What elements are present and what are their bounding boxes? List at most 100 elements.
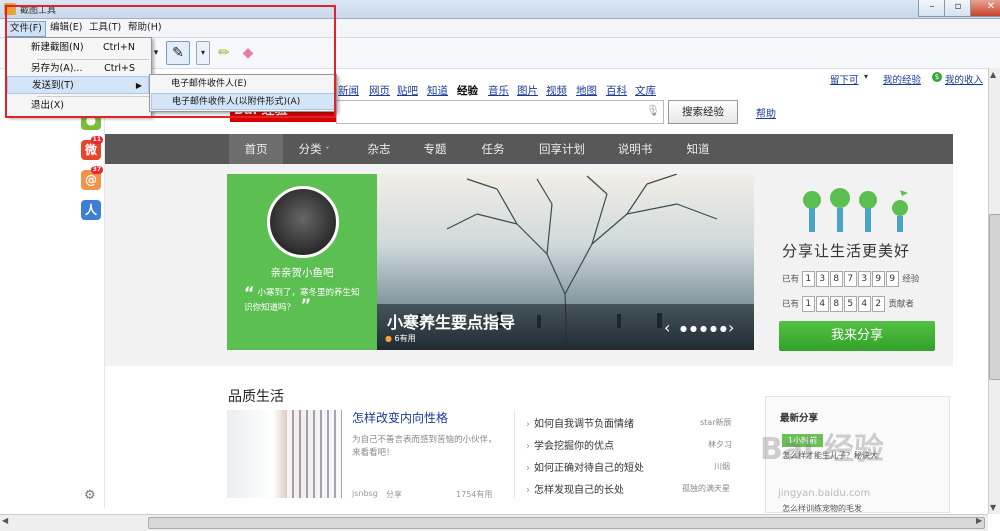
counter-digit: 3 bbox=[857, 271, 871, 287]
counter-digit: 1 bbox=[801, 271, 815, 287]
user-link[interactable]: 留下可 bbox=[830, 72, 859, 86]
watermark-url: jingyan.baidu.com bbox=[778, 488, 871, 499]
search-button[interactable]: 搜索经验 bbox=[668, 100, 738, 124]
category-nav: 首页 分类 ˅ 杂志 专题 任务 回享计划 说明书 知道 bbox=[105, 134, 953, 164]
scroll-up-icon[interactable]: ▲ bbox=[990, 70, 996, 79]
counter-digit: 7 bbox=[843, 271, 857, 287]
experience-digits: 1387399 bbox=[801, 271, 900, 287]
tab-topics[interactable]: 专题 bbox=[413, 134, 457, 164]
list-item-title: 如何正确对待自己的短处 bbox=[534, 463, 644, 474]
carousel-prev-icon[interactable]: ‹ bbox=[664, 318, 670, 337]
article-headline[interactable]: 怎样改变内向性格 bbox=[352, 409, 448, 426]
hero-author-name[interactable]: 亲亲贺小鱼吧 bbox=[227, 265, 377, 280]
scroll-right-icon[interactable]: ▶ bbox=[976, 516, 982, 525]
nav-images[interactable]: 图片 bbox=[517, 83, 538, 98]
my-experience-link[interactable]: 我的经验 bbox=[883, 72, 921, 86]
article-uses: 1754有用 bbox=[456, 490, 493, 499]
people-tree-icon bbox=[803, 188, 908, 232]
nav-web[interactable]: 网页 bbox=[369, 83, 390, 98]
latest-share-title: 最新分享 bbox=[780, 413, 819, 424]
scroll-left-icon[interactable]: ◀ bbox=[2, 516, 8, 525]
search-input[interactable] bbox=[336, 100, 664, 124]
user-dropdown-icon[interactable]: ▾ bbox=[864, 72, 868, 81]
list-item-author[interactable]: star新辰 bbox=[700, 417, 732, 428]
hero-likes: ● 6有用 bbox=[385, 333, 416, 344]
gear-icon[interactable]: ⚙ bbox=[84, 488, 96, 503]
list-item-author[interactable]: 孤独的满天星 bbox=[682, 483, 730, 494]
nav-zhidao[interactable]: 知道 bbox=[427, 83, 448, 98]
maximize-button[interactable]: ▫ bbox=[944, 0, 972, 17]
weibo-icon[interactable]: 微 11 bbox=[81, 136, 103, 160]
nav-news[interactable]: 新闻 bbox=[338, 83, 359, 98]
list-item[interactable]: › 学会挖掘你的优点 bbox=[526, 437, 614, 452]
tab-category[interactable]: 分类 ˅ bbox=[291, 134, 337, 164]
article-share-label: 分享 bbox=[386, 490, 402, 499]
carousel-next-icon[interactable]: › bbox=[728, 318, 734, 337]
red-annotation-box bbox=[5, 5, 336, 118]
hero-title[interactable]: 小寒养生要点指导 bbox=[387, 309, 515, 333]
article-author[interactable]: jsnbsg bbox=[352, 489, 378, 498]
experience-counter: 已有 1387399 经验 bbox=[782, 271, 919, 287]
nav-wenku[interactable]: 文库 bbox=[635, 83, 656, 98]
counter-digit: 5 bbox=[843, 296, 857, 312]
article-description: 为自己不善言表而感到苦恼的小伙伴，来看看吧！ bbox=[352, 435, 497, 458]
article-thumbnail[interactable] bbox=[227, 410, 342, 498]
minimize-button[interactable]: – bbox=[918, 0, 946, 17]
nav-jingyan[interactable]: 经验 bbox=[457, 83, 478, 98]
avatar[interactable] bbox=[267, 186, 339, 258]
nav-video[interactable]: 视频 bbox=[546, 83, 567, 98]
counter-prefix: 已有 bbox=[782, 299, 800, 310]
contributor-counter: 已有 148542 贡献者 bbox=[782, 296, 914, 312]
nav-map[interactable]: 地图 bbox=[576, 83, 597, 98]
nav-music[interactable]: 音乐 bbox=[488, 83, 509, 98]
carousel-dots[interactable]: ●●●●● bbox=[680, 324, 730, 333]
list-item[interactable]: › 怎样发现自己的长处 bbox=[526, 481, 624, 496]
baidu-watermark: Bai 经验 bbox=[760, 432, 884, 467]
latest-item[interactable]: 怎么样训练宠物的毛发 bbox=[782, 503, 862, 514]
tab-zhidao[interactable]: 知道 bbox=[673, 134, 723, 164]
vertical-scroll-thumb[interactable] bbox=[989, 214, 1000, 380]
counter-digit: 9 bbox=[885, 271, 899, 287]
list-item-title: 如何自我调节负面情绪 bbox=[534, 419, 634, 430]
tab-magazine[interactable]: 杂志 bbox=[357, 134, 401, 164]
contributor-digits: 148542 bbox=[801, 296, 886, 312]
tab-share-plan[interactable]: 回享计划 bbox=[529, 134, 595, 164]
thumb-icon: ● bbox=[385, 334, 392, 343]
list-item[interactable]: › 如何自我调节负面情绪 bbox=[526, 415, 634, 430]
counter-digit: 9 bbox=[871, 271, 885, 287]
counter-suffix: 贡献者 bbox=[888, 299, 914, 310]
help-link[interactable]: 帮助 bbox=[756, 105, 776, 120]
tab-manual[interactable]: 说明书 bbox=[609, 134, 661, 164]
counter-digit: 4 bbox=[815, 296, 829, 312]
tab-home[interactable]: 首页 bbox=[229, 134, 283, 164]
tab-tasks[interactable]: 任务 bbox=[471, 134, 515, 164]
list-item[interactable]: › 如何正确对待自己的短处 bbox=[526, 459, 644, 474]
counter-digit: 3 bbox=[815, 271, 829, 287]
mail-badge: 37 bbox=[90, 166, 103, 174]
weibo-badge: 11 bbox=[90, 136, 103, 144]
share-button[interactable]: 我来分享 bbox=[779, 321, 935, 351]
list-item-author[interactable]: 林夕习 bbox=[708, 439, 732, 450]
counter-digit: 4 bbox=[857, 296, 871, 312]
counter-digit: 1 bbox=[801, 296, 815, 312]
mail-app-icon[interactable]: @37 bbox=[81, 166, 103, 190]
counter-prefix: 已有 bbox=[782, 274, 800, 285]
my-favorites-link[interactable]: 我的收入 bbox=[945, 72, 983, 86]
horizontal-scroll-thumb[interactable] bbox=[148, 517, 985, 529]
scroll-down-icon[interactable]: ▼ bbox=[990, 503, 996, 512]
share-slogan: 分享让生活更美好 bbox=[782, 242, 911, 260]
close-button[interactable]: ✕ bbox=[970, 0, 1000, 17]
divider bbox=[514, 410, 515, 498]
app-people-icon[interactable]: 人 bbox=[81, 200, 101, 220]
nav-baike[interactable]: 百科 bbox=[606, 83, 627, 98]
nav-tieba[interactable]: 贴吧 bbox=[397, 83, 418, 98]
counter-digit: 8 bbox=[829, 296, 843, 312]
counter-digit: 8 bbox=[829, 271, 843, 287]
chevron-down-icon: ˅ bbox=[325, 146, 330, 155]
microphone-icon[interactable]: 🎙 bbox=[646, 104, 660, 117]
section-title: 品质生活 bbox=[228, 389, 284, 405]
list-item-author[interactable]: 川烟 bbox=[714, 461, 730, 472]
hero-quote: “小寒到了，寒冬里的养生知识你知道吗？ ” bbox=[244, 283, 360, 314]
list-item-title: 学会挖掘你的优点 bbox=[534, 441, 614, 452]
list-item-title: 怎样发现自己的长处 bbox=[534, 485, 624, 496]
